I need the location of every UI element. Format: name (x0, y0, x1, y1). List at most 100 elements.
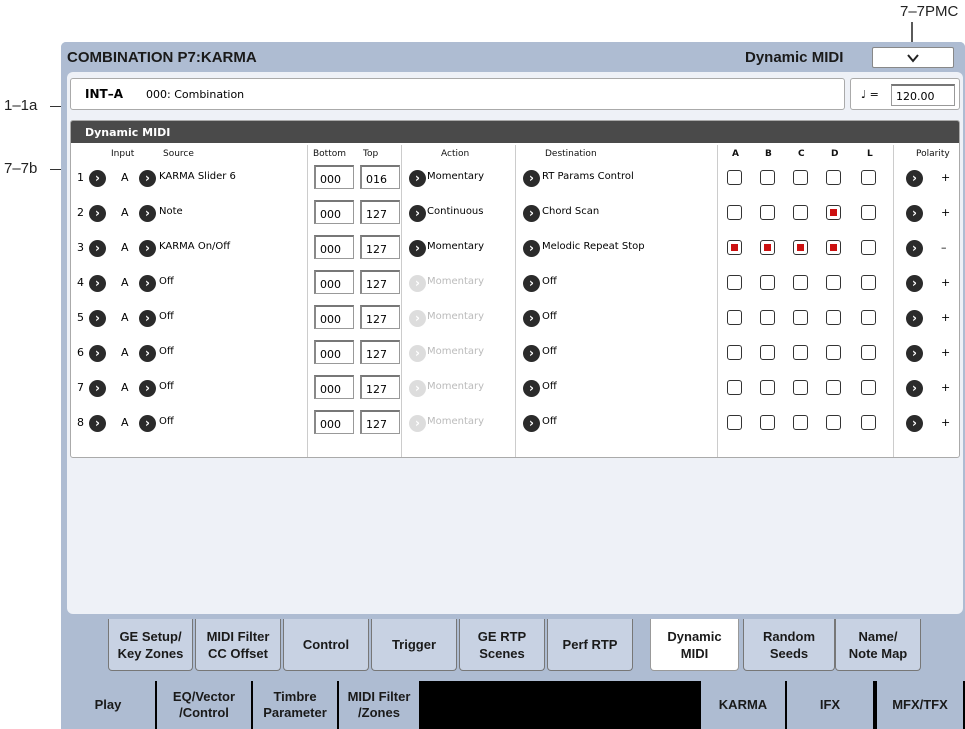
bottom-field[interactable]: 000 (314, 305, 354, 329)
action-select-arrow-icon[interactable]: › (409, 310, 426, 327)
checkbox-l[interactable] (861, 310, 876, 325)
checkbox-b[interactable] (760, 205, 775, 220)
checkbox-b[interactable] (760, 380, 775, 395)
checkbox-a[interactable] (727, 205, 742, 220)
bottom-field[interactable]: 000 (314, 410, 354, 434)
page-menu-button[interactable] (872, 47, 954, 68)
top-field[interactable]: 127 (360, 340, 400, 364)
checkbox-c[interactable] (793, 310, 808, 325)
action-select-arrow-icon[interactable]: › (409, 345, 426, 362)
destination-select-arrow-icon[interactable]: › (523, 205, 540, 222)
action-select-arrow-icon[interactable]: › (409, 240, 426, 257)
checkbox-a[interactable] (727, 345, 742, 360)
checkbox-c[interactable] (793, 275, 808, 290)
destination-value[interactable]: Chord Scan (542, 206, 599, 217)
input-select-arrow-icon[interactable]: › (89, 310, 106, 327)
mode-tab-4[interactable]: KARMA (701, 681, 787, 729)
input-select-arrow-icon[interactable]: › (89, 170, 106, 187)
bottom-field[interactable]: 000 (314, 375, 354, 399)
top-field[interactable]: 016 (360, 165, 400, 189)
checkbox-d[interactable] (826, 275, 841, 290)
source-value[interactable]: KARMA Slider 6 (159, 171, 236, 182)
source-value[interactable]: Note (159, 206, 183, 217)
checkbox-b[interactable] (760, 275, 775, 290)
source-value[interactable]: Off (159, 346, 174, 357)
source-value[interactable]: Off (159, 276, 174, 287)
checkbox-a[interactable] (727, 380, 742, 395)
polarity-select-arrow-icon[interactable]: › (906, 415, 923, 432)
action-select-arrow-icon[interactable]: › (409, 275, 426, 292)
tab-5[interactable]: Perf RTP (547, 619, 633, 671)
checkbox-c[interactable] (793, 240, 808, 255)
source-value[interactable]: Off (159, 381, 174, 392)
checkbox-b[interactable] (760, 310, 775, 325)
destination-value[interactable]: Off (542, 276, 557, 287)
checkbox-b[interactable] (760, 170, 775, 185)
mode-tab-3[interactable]: MIDI Filter/Zones (339, 681, 421, 729)
checkbox-d[interactable] (826, 310, 841, 325)
destination-value[interactable]: Off (542, 381, 557, 392)
checkbox-a[interactable] (727, 310, 742, 325)
action-value[interactable]: Momentary (427, 311, 484, 322)
input-select-arrow-icon[interactable]: › (89, 205, 106, 222)
tempo-field[interactable]: 120.00 (891, 84, 955, 106)
input-select-arrow-icon[interactable]: › (89, 345, 106, 362)
destination-value[interactable]: RT Params Control (542, 171, 634, 182)
destination-value[interactable]: Off (542, 346, 557, 357)
source-select-arrow-icon[interactable]: › (139, 345, 156, 362)
bottom-field[interactable]: 000 (314, 340, 354, 364)
action-value[interactable]: Momentary (427, 346, 484, 357)
checkbox-a[interactable] (727, 415, 742, 430)
destination-value[interactable]: Off (542, 311, 557, 322)
tab-2[interactable]: Control (283, 619, 369, 671)
bottom-field[interactable]: 000 (314, 270, 354, 294)
bottom-field[interactable]: 000 (314, 200, 354, 224)
checkbox-l[interactable] (861, 380, 876, 395)
tab-3[interactable]: Trigger (371, 619, 457, 671)
checkbox-d[interactable] (826, 380, 841, 395)
action-value[interactable]: Momentary (427, 171, 484, 182)
action-value[interactable]: Momentary (427, 276, 484, 287)
checkbox-a[interactable] (727, 240, 742, 255)
checkbox-b[interactable] (760, 345, 775, 360)
source-select-arrow-icon[interactable]: › (139, 170, 156, 187)
checkbox-c[interactable] (793, 205, 808, 220)
top-field[interactable]: 127 (360, 305, 400, 329)
tab-4[interactable]: GE RTP Scenes (459, 619, 545, 671)
top-field[interactable]: 127 (360, 270, 400, 294)
checkbox-b[interactable] (760, 415, 775, 430)
checkbox-d[interactable] (826, 415, 841, 430)
source-value[interactable]: KARMA On/Off (159, 241, 230, 252)
input-select-arrow-icon[interactable]: › (89, 240, 106, 257)
checkbox-l[interactable] (861, 205, 876, 220)
tab-1[interactable]: MIDI Filter CC Offset (195, 619, 281, 671)
polarity-select-arrow-icon[interactable]: › (906, 345, 923, 362)
bottom-field[interactable]: 000 (314, 235, 354, 259)
polarity-select-arrow-icon[interactable]: › (906, 240, 923, 257)
checkbox-d[interactable] (826, 205, 841, 220)
destination-select-arrow-icon[interactable]: › (523, 415, 540, 432)
checkbox-d[interactable] (826, 345, 841, 360)
action-select-arrow-icon[interactable]: › (409, 380, 426, 397)
polarity-select-arrow-icon[interactable]: › (906, 275, 923, 292)
checkbox-d[interactable] (826, 170, 841, 185)
source-select-arrow-icon[interactable]: › (139, 415, 156, 432)
destination-select-arrow-icon[interactable]: › (523, 345, 540, 362)
mode-tab-1[interactable]: EQ/Vector/Control (157, 681, 253, 729)
action-select-arrow-icon[interactable]: › (409, 170, 426, 187)
source-select-arrow-icon[interactable]: › (139, 380, 156, 397)
tab-8[interactable]: Name/Note Map (835, 619, 921, 671)
checkbox-c[interactable] (793, 415, 808, 430)
source-select-arrow-icon[interactable]: › (139, 275, 156, 292)
tab-7[interactable]: Random Seeds (743, 619, 835, 671)
polarity-select-arrow-icon[interactable]: › (906, 310, 923, 327)
source-select-arrow-icon[interactable]: › (139, 205, 156, 222)
destination-select-arrow-icon[interactable]: › (523, 310, 540, 327)
top-field[interactable]: 127 (360, 200, 400, 224)
destination-select-arrow-icon[interactable]: › (523, 380, 540, 397)
top-field[interactable]: 127 (360, 375, 400, 399)
input-select-arrow-icon[interactable]: › (89, 415, 106, 432)
polarity-select-arrow-icon[interactable]: › (906, 170, 923, 187)
action-select-arrow-icon[interactable]: › (409, 205, 426, 222)
polarity-select-arrow-icon[interactable]: › (906, 205, 923, 222)
